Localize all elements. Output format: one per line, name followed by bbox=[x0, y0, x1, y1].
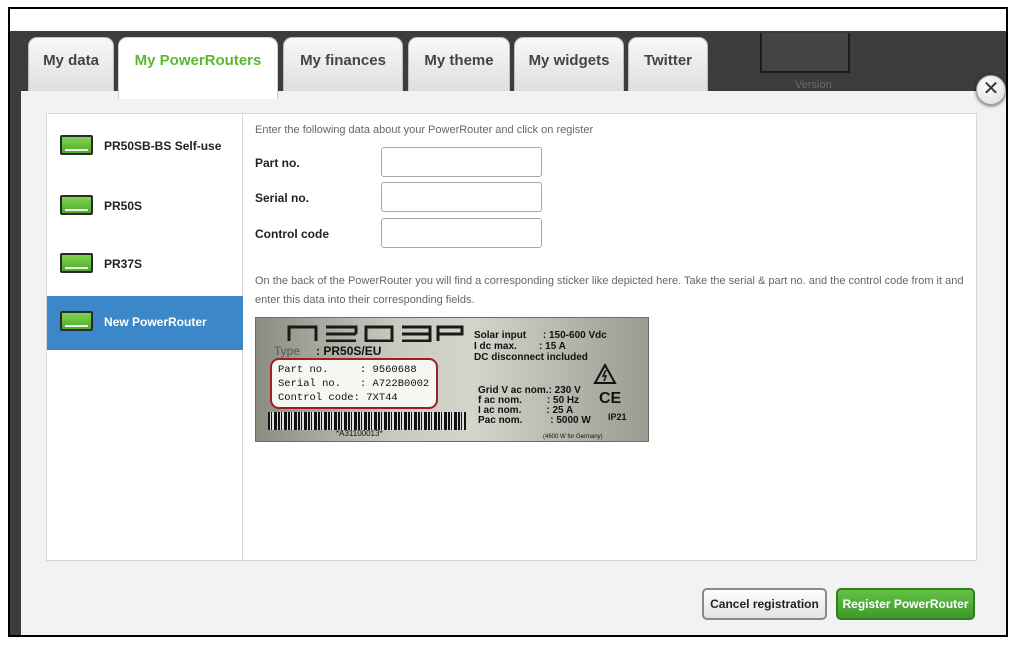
part-no-input[interactable] bbox=[381, 147, 542, 177]
sidebar-item-new-powerrouter[interactable]: New PowerRouter bbox=[47, 296, 243, 350]
tab-my-theme[interactable]: My theme bbox=[408, 37, 510, 95]
close-icon[interactable]: ✕ bbox=[976, 75, 1006, 105]
part-no-label: Part no. bbox=[255, 156, 300, 170]
background-widget bbox=[760, 33, 850, 73]
power-router-icon bbox=[60, 135, 93, 155]
serial-no-row: Serial no. bbox=[255, 182, 655, 212]
spec-line: Solar input : 150-600 Vdc bbox=[474, 330, 607, 341]
control-code-input[interactable] bbox=[381, 218, 542, 248]
power-router-icon bbox=[60, 253, 93, 273]
sidebar-item-pr50sb-bs[interactable]: PR50SB-BS Self-use bbox=[47, 120, 243, 174]
nedap-logo bbox=[287, 325, 464, 342]
app-window: Version My data My PowerRouters My finan… bbox=[8, 7, 1008, 637]
germany-note: (4600 W for Germany) bbox=[543, 434, 603, 440]
tab-my-data[interactable]: My data bbox=[28, 37, 114, 95]
barcode-text: *A31100013* bbox=[336, 429, 383, 438]
sidebar-item-label: PR50SB-BS Self-use bbox=[104, 139, 222, 153]
ce-mark: CE bbox=[599, 390, 622, 407]
ip-rating: IP21 bbox=[608, 412, 627, 422]
device-sidebar: PR50SB-BS Self-use PR50S PR37S New Power… bbox=[47, 114, 243, 560]
tab-my-powerrouters[interactable]: My PowerRouters bbox=[118, 37, 278, 99]
sticker-type-value: : PR50S/EU bbox=[316, 344, 382, 358]
serial-no-input[interactable] bbox=[381, 182, 542, 212]
sidebar-item-pr37s[interactable]: PR37S bbox=[47, 238, 243, 292]
part-no-row: Part no. bbox=[255, 147, 655, 177]
sidebar-item-label: PR37S bbox=[104, 257, 143, 271]
sidebar-item-label: New PowerRouter bbox=[104, 315, 207, 329]
registration-form: Enter the following data about your Powe… bbox=[255, 124, 970, 442]
spec-line: Pac nom. : 5000 W bbox=[478, 415, 591, 426]
cancel-registration-button[interactable]: Cancel registration bbox=[702, 588, 827, 620]
spec-line: I dc max. : 15 A bbox=[474, 341, 566, 352]
dialog-panel: PR50SB-BS Self-use PR50S PR37S New Power… bbox=[21, 91, 1006, 635]
spec-line: DC disconnect included bbox=[474, 352, 588, 363]
sticker-instructions: On the back of the PowerRouter you will … bbox=[255, 275, 964, 306]
control-code-label: Control code bbox=[255, 227, 329, 241]
sidebar-item-pr50s[interactable]: PR50S bbox=[47, 180, 243, 234]
background-version-text: Version bbox=[795, 79, 832, 91]
content-area: PR50SB-BS Self-use PR50S PR37S New Power… bbox=[46, 113, 977, 561]
tab-my-finances[interactable]: My finances bbox=[283, 37, 403, 95]
sticker-image: Type : PR50S/EU Part no. : 9560688 Serial… bbox=[255, 317, 649, 442]
tab-twitter[interactable]: Twitter bbox=[628, 37, 708, 95]
sticker-type: Type : PR50S/EU bbox=[274, 344, 381, 358]
power-router-icon bbox=[60, 311, 93, 331]
sticker-part-no: Part no. : 9560688 bbox=[278, 364, 417, 376]
sticker-type-label: Type bbox=[274, 344, 301, 358]
power-router-icon bbox=[60, 195, 93, 215]
control-code-row: Control code bbox=[255, 218, 655, 248]
sidebar-item-label: PR50S bbox=[104, 199, 143, 213]
sticker-ac-specs: Grid V ac nom.: 230 V f ac nom. : 50 Hz … bbox=[478, 386, 591, 426]
sticker-control-code: Control code: 7XT44 bbox=[278, 392, 398, 404]
form-intro: Enter the following data about your Powe… bbox=[255, 124, 594, 136]
sticker-code-box: Part no. : 9560688 Serial no. : A722B000… bbox=[270, 358, 438, 409]
sticker-serial-no: Serial no. : A722B0002 bbox=[278, 378, 430, 390]
sticker-dc-specs: Solar input : 150-600 Vdc I dc max. : 15… bbox=[474, 330, 607, 363]
serial-no-label: Serial no. bbox=[255, 191, 310, 205]
high-voltage-warning-icon bbox=[593, 363, 617, 384]
register-powerrouter-button[interactable]: Register PowerRouter bbox=[836, 588, 975, 620]
barcode bbox=[268, 412, 466, 430]
tab-my-widgets[interactable]: My widgets bbox=[514, 37, 624, 95]
